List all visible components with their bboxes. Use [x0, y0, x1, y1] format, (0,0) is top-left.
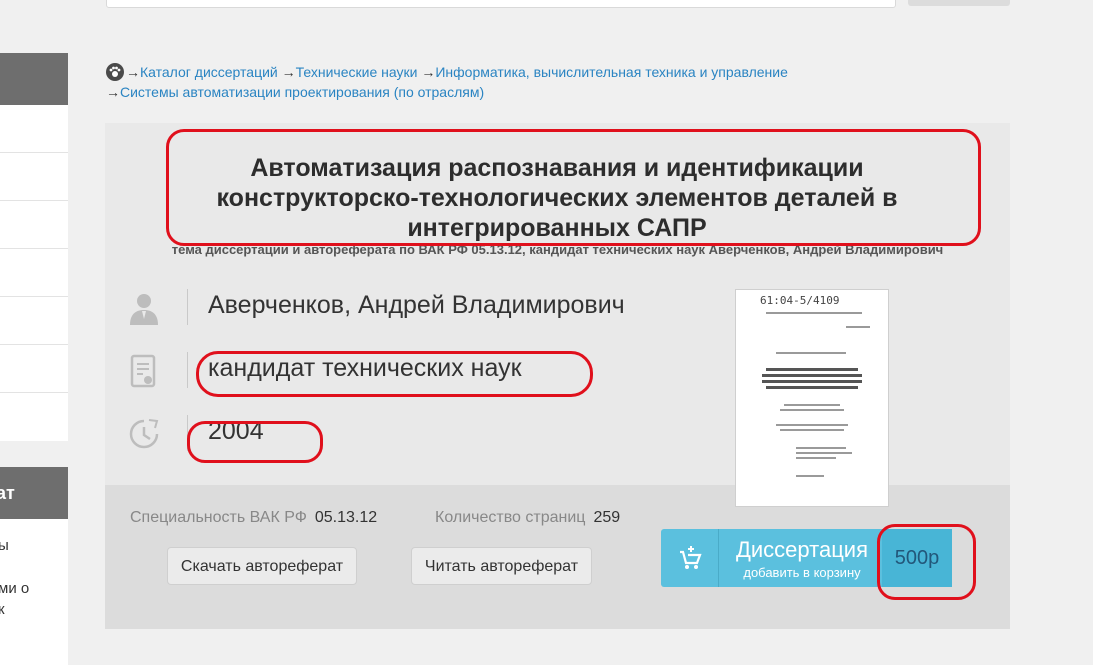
- breadcrumb-link-informatics[interactable]: Информатика, вычислительная техника и уп…: [435, 64, 788, 80]
- sidebar-header: [0, 53, 68, 105]
- specialty-value: 05.13.12: [314, 509, 378, 526]
- thumbnail-line: [762, 380, 862, 383]
- thumbnail-line: [796, 447, 846, 449]
- search-input[interactable]: [106, 0, 896, 8]
- thumbnail-line: [766, 312, 862, 314]
- breadcrumb-arrow: →: [126, 64, 140, 80]
- divider: [187, 289, 188, 325]
- clock-icon: [127, 417, 161, 453]
- pages-label: Количество страниц: [435, 509, 586, 526]
- breadcrumb-arrow: →: [281, 64, 296, 80]
- sidebar-block-text[interactable]: к: [0, 601, 5, 618]
- author-row: Аверченков, Андрей Владимирович: [127, 289, 687, 329]
- breadcrumb: →Каталог диссертаций →Технические науки …: [106, 62, 866, 102]
- buy-subtitle: добавить в корзину: [743, 565, 861, 580]
- sidebar-item[interactable]: [0, 345, 68, 393]
- download-abstract-button[interactable]: Скачать автореферат: [167, 547, 357, 585]
- pages-meta: Количество страниц 259: [435, 509, 620, 527]
- annotation-degree: [196, 351, 593, 397]
- buy-title: Диссертация: [735, 537, 869, 562]
- divider: [187, 352, 188, 388]
- breadcrumb-arrow: →: [421, 64, 436, 80]
- thumbnail-line: [784, 404, 840, 406]
- sidebar-block-title: ат: [0, 483, 15, 503]
- breadcrumb-link-catalog[interactable]: Каталог диссертаций: [140, 64, 278, 80]
- annotation-price: [877, 524, 976, 600]
- read-abstract-button[interactable]: Читать автореферат: [411, 547, 592, 585]
- person-icon: [127, 291, 161, 327]
- sidebar-item[interactable]: [0, 297, 68, 345]
- breadcrumb-link-cad[interactable]: Системы автоматизации проектирования (по…: [120, 84, 484, 100]
- thumbnail-line: [780, 409, 844, 411]
- thumbnail-line: [796, 475, 824, 477]
- sidebar-item[interactable]: [0, 105, 68, 153]
- thumbnail-line: [766, 368, 858, 371]
- search-button[interactable]: [908, 0, 1010, 6]
- annotation-title: [166, 129, 981, 246]
- sidebar-item[interactable]: [0, 153, 68, 201]
- author-name: Аверченков, Андрей Владимирович: [208, 291, 625, 319]
- thumbnail-line: [766, 386, 858, 389]
- specialty-meta: Специальность ВАК РФ 05.13.12: [130, 509, 377, 527]
- breadcrumb-link-tech[interactable]: Технические науки: [296, 64, 418, 80]
- sidebar-block-header: ат: [0, 467, 68, 519]
- sidebar-block: ат ы ми о к: [0, 467, 68, 665]
- sidebar-item[interactable]: [0, 201, 68, 249]
- thumbnail-line: [776, 424, 848, 426]
- breadcrumb-arrow: →: [106, 84, 120, 100]
- sidebar-item[interactable]: [0, 249, 68, 297]
- paw-icon[interactable]: [106, 63, 124, 81]
- specialty-label: Специальность ВАК РФ: [130, 509, 307, 526]
- certificate-icon: [127, 354, 161, 390]
- thumbnail-line: [796, 457, 836, 459]
- annotation-year: [187, 421, 323, 463]
- cart-icon: [661, 529, 719, 587]
- sidebar-menu: [0, 53, 68, 441]
- thumbnail-line: [780, 429, 844, 431]
- thumbnail-handwriting: 61:04-5/4109: [760, 294, 840, 307]
- sidebar-block-text[interactable]: ы: [0, 537, 9, 554]
- sidebar-block-text[interactable]: ми о: [0, 580, 29, 597]
- thumbnail-line: [776, 352, 846, 354]
- thumbnail-line: [762, 374, 862, 377]
- dissertation-cover-thumbnail[interactable]: 61:04-5/4109: [735, 289, 889, 507]
- pages-value: 259: [593, 509, 621, 526]
- thumbnail-line: [796, 452, 852, 454]
- thumbnail-line: [846, 326, 870, 328]
